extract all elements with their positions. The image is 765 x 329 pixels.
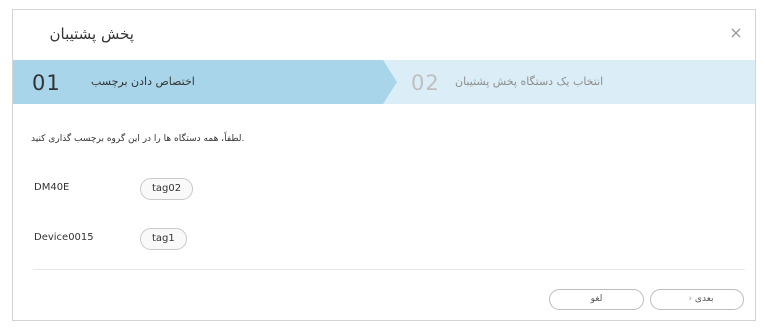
step-1-number: 01 (32, 71, 61, 95)
instruction-text: .لطفاً، همه دستگاه ها را در این گروه برچ… (31, 134, 245, 144)
close-icon[interactable]: × (727, 24, 745, 42)
tag-field-2[interactable]: tag1 (140, 228, 187, 250)
step-bar: 01 اختصاص دادن برچسب 02 انتخاب یک دستگاه… (13, 60, 755, 104)
step-1-arrow (383, 60, 397, 104)
dialog: پخش پشتیبان × 01 اختصاص دادن برچسب 02 ان… (12, 9, 756, 321)
tag-field-1[interactable]: tag02 (140, 178, 194, 200)
footer-divider (33, 269, 745, 270)
step-2-number: 02 (411, 71, 440, 95)
step-1-active (13, 60, 383, 104)
dialog-title: پخش پشتیبان (49, 25, 134, 43)
chevron-left-icon: ‹ (688, 294, 693, 304)
step-1-label: اختصاص دادن برچسب (91, 75, 195, 88)
device-name-1: DM40E (34, 182, 70, 193)
device-name-2: Device0015 (34, 232, 94, 243)
next-button[interactable]: بعدی ‹ (650, 289, 744, 310)
next-button-label: بعدی (694, 294, 714, 304)
cancel-button-label: لغو (590, 294, 603, 304)
cancel-button[interactable]: لغو (549, 289, 644, 310)
step-2-label: انتخاب یک دستگاه پخش پشتیبان (455, 75, 604, 88)
